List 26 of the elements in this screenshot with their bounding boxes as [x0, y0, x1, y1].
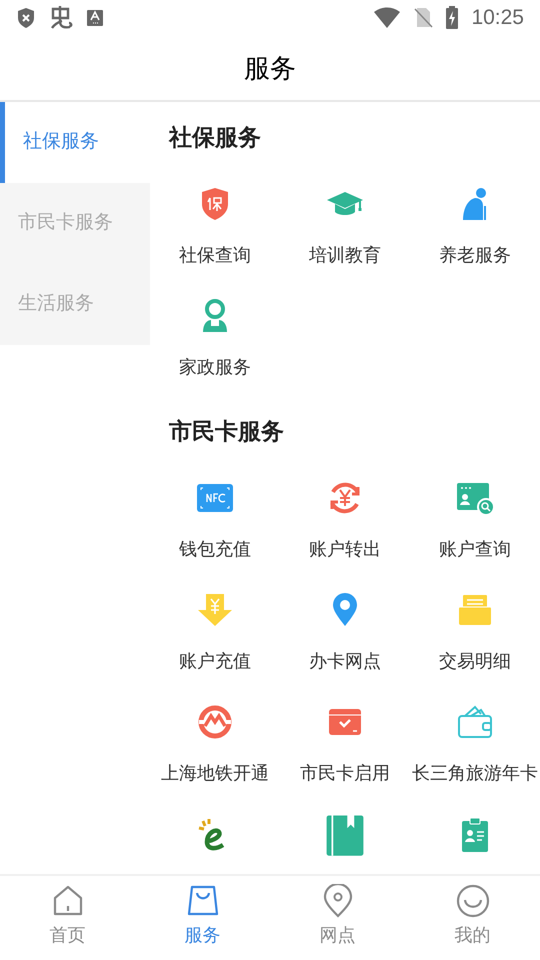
service-tile[interactable]: 钱包充值	[150, 466, 280, 578]
service-tile[interactable]: 社保查询	[150, 172, 280, 284]
service-tile[interactable]: 账户查询	[410, 466, 540, 578]
section-title: 市民卡服务	[169, 416, 284, 446]
service-tile[interactable]: 培训教育	[280, 172, 410, 284]
section-title: 社保服务	[169, 122, 261, 152]
status-time: 10:25	[471, 5, 524, 32]
bug-icon	[48, 5, 74, 31]
service-tile[interactable]: 办卡网点	[280, 578, 410, 690]
service-tile[interactable]: 交易明细	[410, 578, 540, 690]
wifi-icon	[373, 7, 402, 29]
shield-icon	[16, 7, 36, 29]
shopping-bag-icon	[186, 884, 220, 918]
smiley-icon	[456, 884, 490, 918]
service-tile[interactable]: 账户充值	[150, 578, 280, 690]
nav-tab[interactable]: 服务	[135, 876, 270, 960]
service-tile[interactable]: 账户转出	[280, 466, 410, 578]
service-tile[interactable]: 家政服务	[150, 284, 280, 396]
keyboard-icon	[86, 9, 104, 27]
no-sim-icon	[413, 7, 434, 29]
service-tile[interactable]: 养老服务	[410, 172, 540, 284]
battery-charging-icon	[445, 6, 460, 30]
service-tile[interactable]: 市民卡启用	[280, 690, 410, 802]
page-title: 服务	[244, 52, 296, 84]
service-tile[interactable]: 长三角旅游年卡	[410, 690, 540, 802]
service-tile[interactable]: 上海地铁开通	[150, 690, 280, 802]
